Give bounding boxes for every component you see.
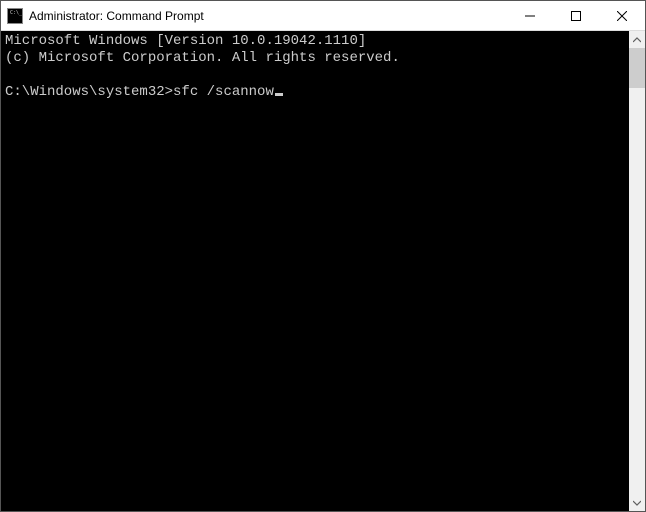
window-controls [507,1,645,30]
minimize-icon [525,11,535,21]
scroll-up-button[interactable] [629,31,645,48]
chevron-up-icon [633,36,641,44]
scroll-thumb[interactable] [629,48,645,88]
cmd-icon [7,8,23,24]
prompt: C:\Windows\system32> [5,84,173,100]
close-icon [617,11,627,21]
terminal-line: Microsoft Windows [Version 10.0.19042.11… [5,33,366,49]
titlebar[interactable]: Administrator: Command Prompt [1,1,645,31]
terminal[interactable]: Microsoft Windows [Version 10.0.19042.11… [1,31,629,511]
maximize-button[interactable] [553,1,599,30]
command-input[interactable]: sfc /scannow [173,84,274,100]
scroll-down-button[interactable] [629,494,645,511]
close-button[interactable] [599,1,645,30]
maximize-icon [571,11,581,21]
scrollbar[interactable] [629,31,645,511]
window-title: Administrator: Command Prompt [29,9,507,23]
chevron-down-icon [633,499,641,507]
cursor [275,93,283,96]
terminal-line: (c) Microsoft Corporation. All rights re… [5,50,400,66]
terminal-area: Microsoft Windows [Version 10.0.19042.11… [1,31,645,511]
minimize-button[interactable] [507,1,553,30]
command-prompt-window: Administrator: Command Prompt Microsoft [0,0,646,512]
